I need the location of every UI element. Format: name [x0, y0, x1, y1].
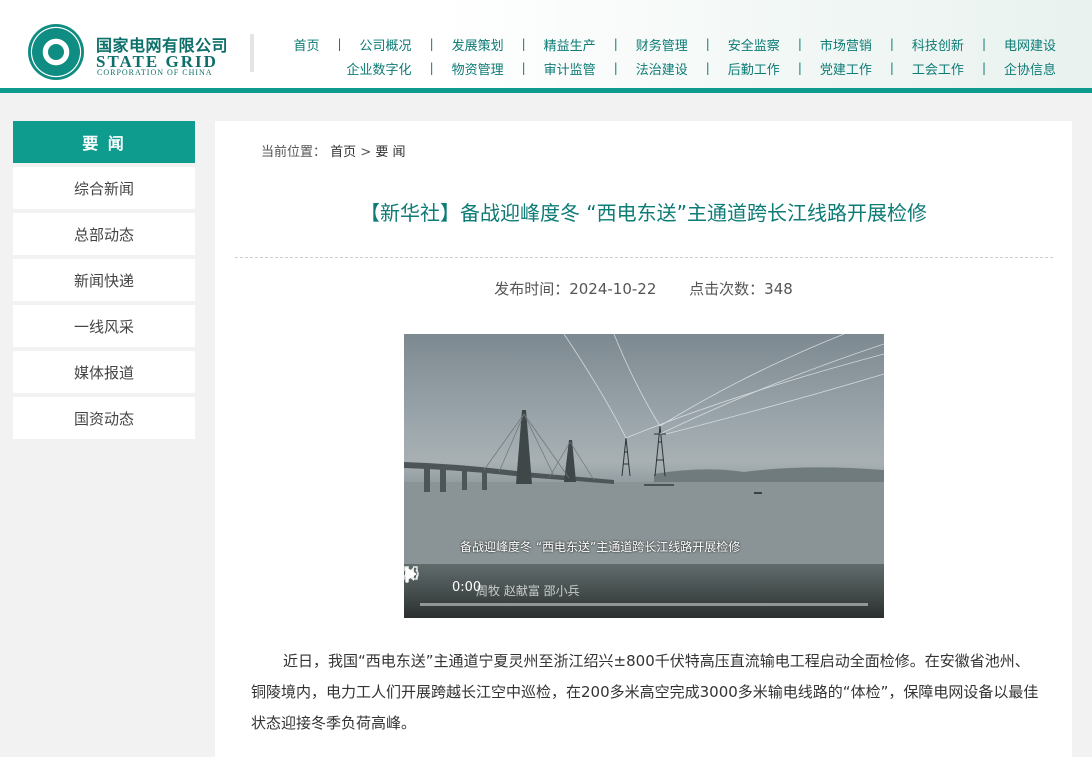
nav2-item-6[interactable]: 工会工作	[912, 59, 964, 78]
sidebar-item-news-express[interactable]: 新闻快递	[13, 259, 195, 301]
video-credits: 周牧 赵献富 邵小兵	[476, 584, 580, 598]
sidebar-item-comprehensive-news[interactable]: 综合新闻	[13, 167, 195, 209]
breadcrumb-current-link[interactable]: 要 闻	[375, 145, 405, 160]
click-count: 点击次数：348	[689, 280, 793, 298]
article-meta: 发布时间：2024-10-22 点击次数：348	[215, 278, 1072, 299]
nav1-item-1[interactable]: 公司概况	[360, 35, 412, 54]
nav2-item-0[interactable]: 企业数字化	[347, 59, 412, 78]
video-caption: 备战迎峰度冬 “西电东送”主通道跨长江线路开展检修	[460, 540, 741, 554]
sidebar-title: 要 闻	[13, 121, 195, 163]
video-controls: 周牧 赵献富 邵小兵 0:00	[404, 566, 884, 618]
more-options-icon[interactable]	[404, 566, 410, 584]
nav1-item-4[interactable]: 财务管理	[636, 35, 688, 54]
breadcrumb-label: 当前位置：	[261, 145, 327, 160]
sidebar-item-sasac-news[interactable]: 国资动态	[13, 397, 195, 439]
title-divider	[235, 257, 1053, 258]
nav1-item-8[interactable]: 电网建设	[1004, 35, 1056, 54]
nav-separator: |	[797, 37, 802, 51]
nav2-item-4[interactable]: 后勤工作	[728, 59, 780, 78]
nav-separator: |	[521, 61, 526, 75]
video-progress-bar[interactable]	[420, 603, 868, 606]
article-panel: 当前位置： 首页 > 要 闻 【新华社】备战迎峰度冬 “西电东送”主通道跨长江线…	[215, 121, 1072, 757]
nav-separator: |	[705, 61, 710, 75]
sidebar-item-headquarters-news[interactable]: 总部动态	[13, 213, 195, 255]
nav-separator: |	[429, 61, 434, 75]
main-nav: 首页 | 公司概况 | 发展策划 | 精益生产 | 财务管理 | 安全监察 | 市场营销 | 科技创新 | 电网…	[266, 32, 1056, 80]
breadcrumb-home-link[interactable]: 首页	[330, 145, 356, 160]
sidebar-item-media-reports[interactable]: 媒体报道	[13, 351, 195, 393]
nav-separator: |	[981, 61, 986, 75]
nav-separator: |	[429, 37, 434, 51]
site-header: 国家电网有限公司 STATE GRID CORPORATION OF CHINA…	[0, 0, 1092, 93]
nav-separator: |	[613, 61, 618, 75]
video-player[interactable]: 备战迎峰度冬 “西电东送”主通道跨长江线路开展检修 周牧 赵献富 邵小兵 0:0…	[404, 334, 884, 618]
logo-english-subtitle: CORPORATION OF CHINA	[97, 68, 213, 77]
nav2-item-2[interactable]: 审计监管	[544, 59, 596, 78]
nav-separator: |	[981, 37, 986, 51]
nav-separator: |	[889, 61, 894, 75]
nav-separator: |	[613, 37, 618, 51]
nav1-item-2[interactable]: 发展策划	[452, 35, 504, 54]
nav-separator: |	[797, 61, 802, 75]
publish-time: 发布时间：2024-10-22	[494, 280, 657, 298]
state-grid-emblem-icon	[28, 24, 84, 80]
nav2-item-3[interactable]: 法治建设	[636, 59, 688, 78]
nav1-item-3[interactable]: 精益生产	[544, 35, 596, 54]
site-logo[interactable]: 国家电网有限公司 STATE GRID CORPORATION OF CHINA	[28, 24, 258, 80]
sidebar: 要 闻 综合新闻 总部动态 新闻快递 一线风采 媒体报道 国资动态	[13, 121, 195, 439]
nav2-item-5[interactable]: 党建工作	[820, 59, 872, 78]
sidebar-item-frontline[interactable]: 一线风采	[13, 305, 195, 347]
nav1-item-7[interactable]: 科技创新	[912, 35, 964, 54]
nav1-item-5[interactable]: 安全监察	[728, 35, 780, 54]
nav-separator: |	[521, 37, 526, 51]
nav-separator: |	[889, 37, 894, 51]
article-body: 近日，我国“西电东送”主通道宁夏灵州至浙江绍兴±800千伏特高压直流输电工程启动…	[251, 652, 1039, 732]
logo-divider	[250, 34, 254, 72]
breadcrumb: 当前位置： 首页 > 要 闻	[261, 141, 406, 160]
nav-separator: |	[705, 37, 710, 51]
main-nav-row-1: 首页 | 公司概况 | 发展策划 | 精益生产 | 财务管理 | 安全监察 | 市场营销 | 科技创新 | 电网…	[266, 32, 1056, 56]
article-title: 【新华社】备战迎峰度冬 “西电东送”主通道跨长江线路开展检修	[359, 201, 928, 225]
nav1-item-6[interactable]: 市场营销	[820, 35, 872, 54]
video-time: 0:00	[452, 580, 482, 595]
main-nav-row-2: 企业数字化 | 物资管理 | 审计监管 | 法治建设 | 后勤工作 | 党建工作 | 工会工作 | 企协信息	[266, 56, 1056, 80]
nav-separator: |	[337, 37, 342, 51]
breadcrumb-separator: >	[360, 145, 372, 160]
nav2-item-1[interactable]: 物资管理	[452, 59, 504, 78]
nav1-item-0[interactable]: 首页	[293, 35, 319, 54]
nav2-item-7[interactable]: 企协信息	[1004, 59, 1056, 78]
